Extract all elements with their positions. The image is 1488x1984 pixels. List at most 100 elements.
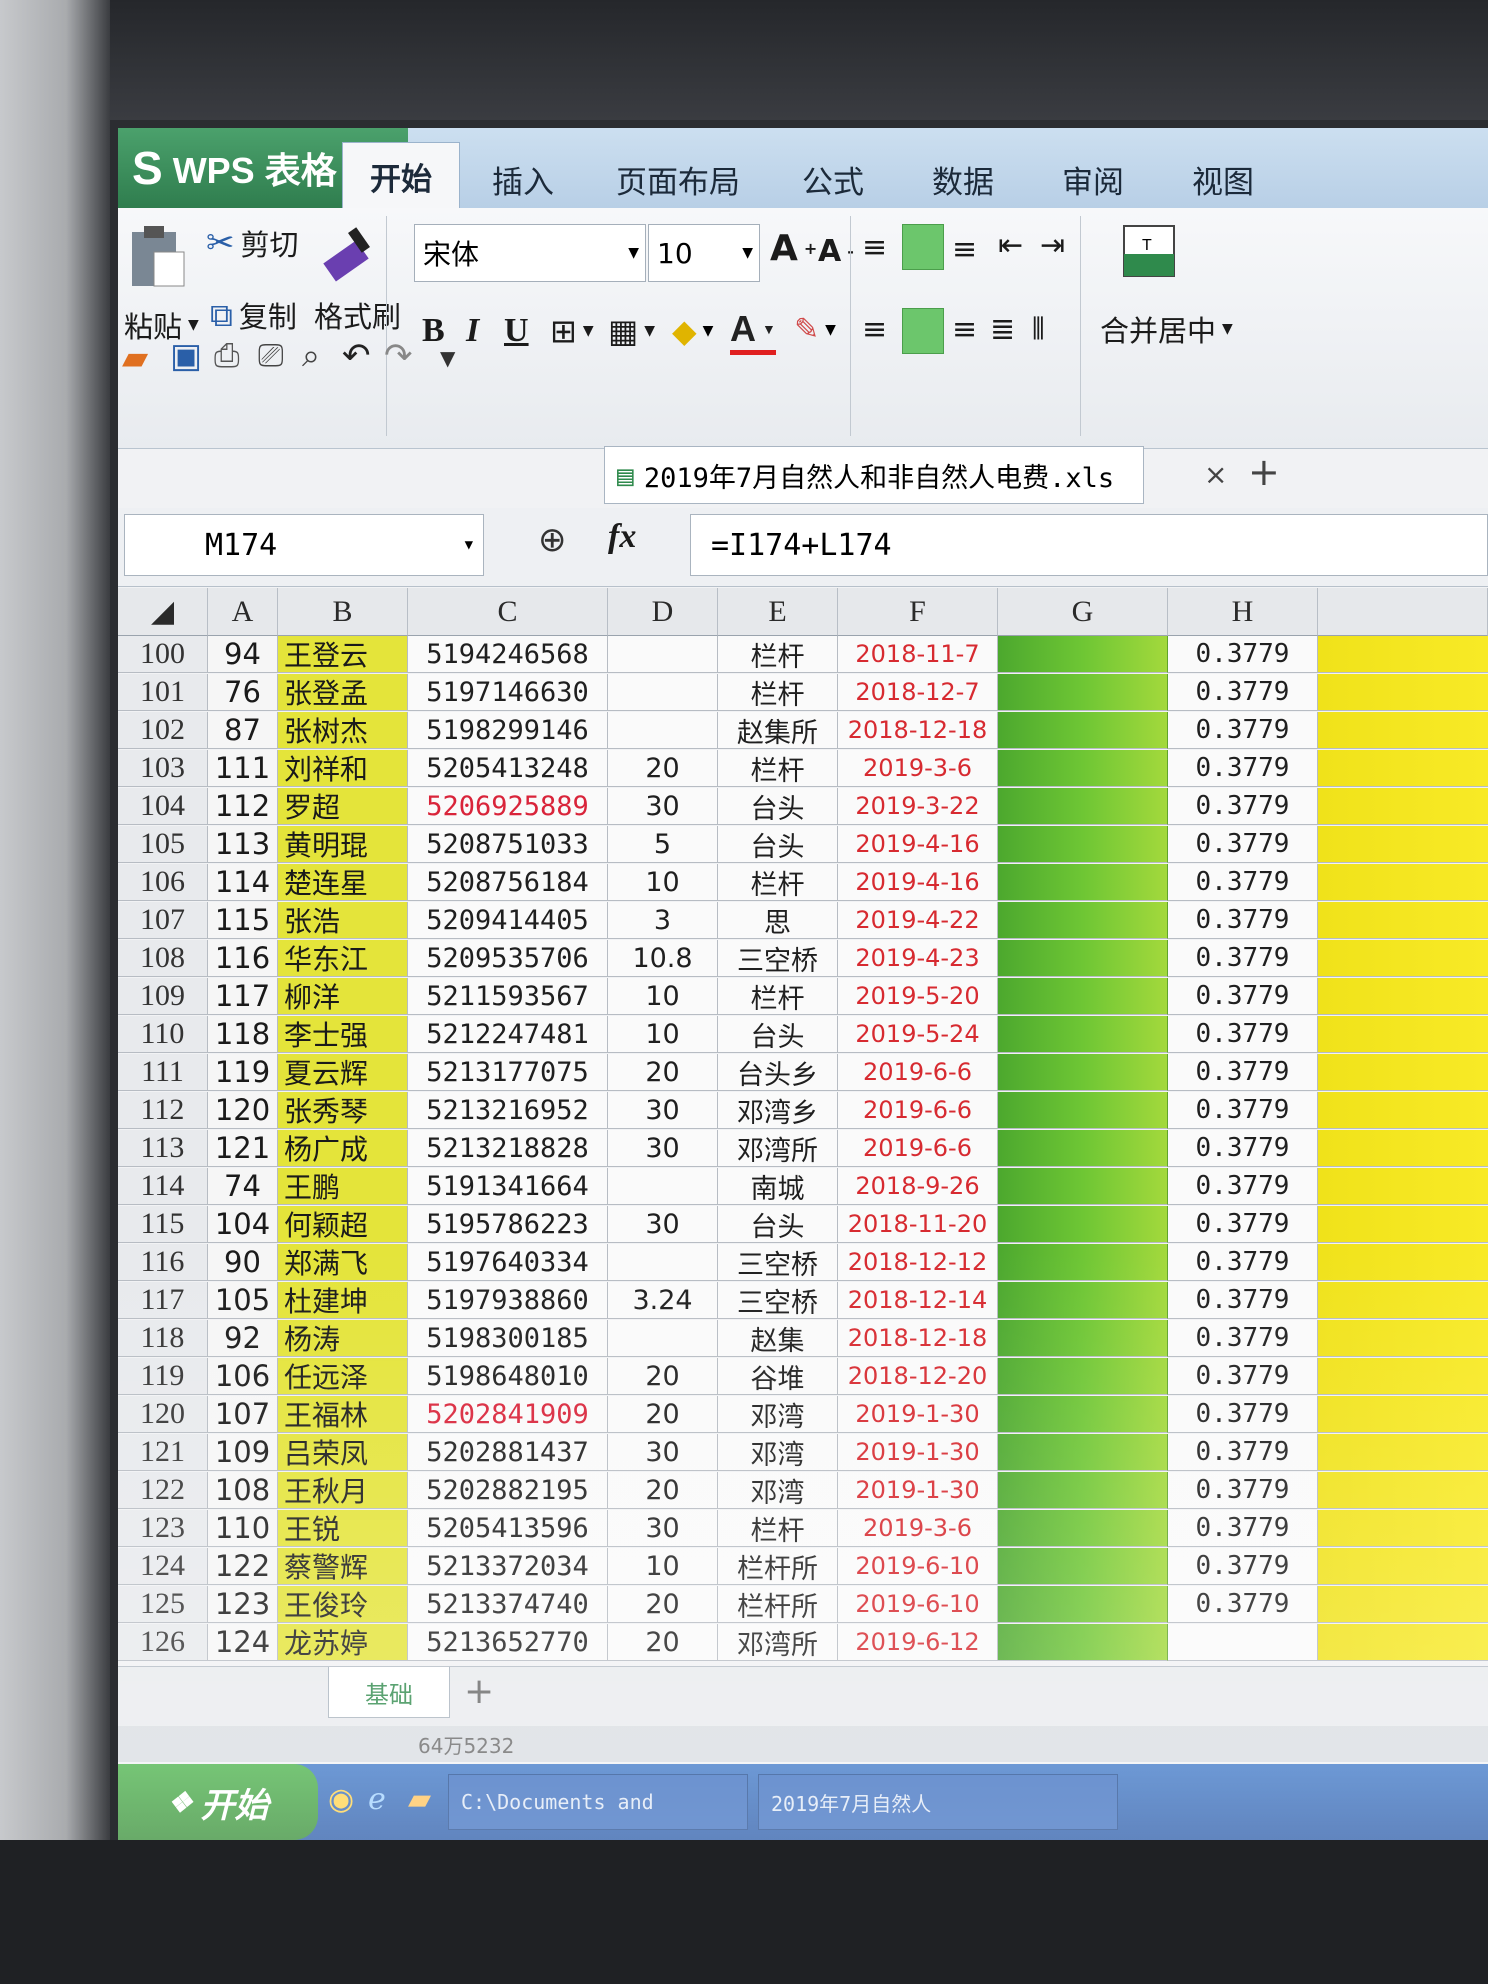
cell-c[interactable]: 5194246568 bbox=[408, 636, 608, 673]
cut-button[interactable]: ✂ 剪切 bbox=[206, 222, 299, 264]
tab-page-layout[interactable]: 页面布局 bbox=[588, 150, 768, 208]
cell-h[interactable]: 0.3779 bbox=[1168, 788, 1318, 825]
align-top-icon[interactable]: ≡ bbox=[862, 230, 887, 265]
cell-i[interactable] bbox=[1318, 1510, 1488, 1547]
cell-a[interactable]: 74 bbox=[208, 1168, 278, 1205]
cell-b[interactable]: 王登云 bbox=[278, 636, 408, 673]
ie-icon[interactable]: ℯ bbox=[368, 1782, 386, 1817]
cell-e[interactable]: 栏杆 bbox=[718, 674, 838, 711]
row-header[interactable]: 126 bbox=[118, 1624, 208, 1661]
cell-i[interactable] bbox=[1318, 636, 1488, 673]
row-header[interactable]: 109 bbox=[118, 978, 208, 1015]
cell-c[interactable]: 5198300185 bbox=[408, 1320, 608, 1357]
cell-g[interactable] bbox=[998, 940, 1168, 977]
cell-i[interactable] bbox=[1318, 1548, 1488, 1585]
cell-d[interactable]: 20 bbox=[608, 750, 718, 787]
cell-d[interactable]: 30 bbox=[608, 1434, 718, 1471]
cell-i[interactable] bbox=[1318, 1282, 1488, 1319]
row-header[interactable]: 124 bbox=[118, 1548, 208, 1585]
row-header[interactable]: 108 bbox=[118, 940, 208, 977]
cell-d[interactable]: 10 bbox=[608, 1548, 718, 1585]
row-header[interactable]: 115 bbox=[118, 1206, 208, 1243]
cell-c[interactable]: 5191341664 bbox=[408, 1168, 608, 1205]
cell-i[interactable] bbox=[1318, 1586, 1488, 1623]
cell-b[interactable]: 罗超 bbox=[278, 788, 408, 825]
cell-e[interactable]: 邓湾乡 bbox=[718, 1092, 838, 1129]
cell-f[interactable]: 2018-12-20 bbox=[838, 1358, 998, 1395]
cell-f[interactable]: 2018-12-7 bbox=[838, 674, 998, 711]
cell-h[interactable]: 0.3779 bbox=[1168, 674, 1318, 711]
insert-function-icon[interactable]: fx bbox=[608, 518, 636, 556]
cell-f[interactable]: 2018-12-18 bbox=[838, 1320, 998, 1357]
cell-i[interactable] bbox=[1318, 712, 1488, 749]
cell-a[interactable]: 117 bbox=[208, 978, 278, 1015]
cell-f[interactable]: 2019-5-24 bbox=[838, 1016, 998, 1053]
cell-g[interactable] bbox=[998, 750, 1168, 787]
cell-i[interactable] bbox=[1318, 1206, 1488, 1243]
cell-e[interactable]: 三空桥 bbox=[718, 1282, 838, 1319]
cell-b[interactable]: 柳洋 bbox=[278, 978, 408, 1015]
cell-b[interactable]: 吕荣凤 bbox=[278, 1434, 408, 1471]
row-header[interactable]: 120 bbox=[118, 1396, 208, 1433]
cell-f[interactable]: 2019-4-16 bbox=[838, 864, 998, 901]
cell-f[interactable]: 2019-4-22 bbox=[838, 902, 998, 939]
cell-g[interactable] bbox=[998, 1472, 1168, 1509]
cell-e[interactable]: 台头 bbox=[718, 1016, 838, 1053]
cell-a[interactable]: 114 bbox=[208, 864, 278, 901]
cell-c[interactable]: 5213652770 bbox=[408, 1624, 608, 1661]
cell-i[interactable] bbox=[1318, 1168, 1488, 1205]
cell-e[interactable]: 邓湾 bbox=[718, 1396, 838, 1433]
cell-g[interactable] bbox=[998, 978, 1168, 1015]
cell-a[interactable]: 87 bbox=[208, 712, 278, 749]
row-header[interactable]: 116 bbox=[118, 1244, 208, 1281]
cell-c[interactable]: 5209414405 bbox=[408, 902, 608, 939]
undo-icon[interactable]: ↶ bbox=[342, 336, 371, 376]
cell-d[interactable] bbox=[608, 636, 718, 673]
row-header[interactable]: 123 bbox=[118, 1510, 208, 1547]
cell-a[interactable]: 118 bbox=[208, 1016, 278, 1053]
cell-b[interactable]: 何颖超 bbox=[278, 1206, 408, 1243]
cell-g[interactable] bbox=[998, 826, 1168, 863]
cell-e[interactable]: 赵集所 bbox=[718, 712, 838, 749]
cell-d[interactable]: 3 bbox=[608, 902, 718, 939]
print-preview-icon[interactable]: ⌕ bbox=[302, 336, 320, 375]
cell-d[interactable]: 30 bbox=[608, 1092, 718, 1129]
cell-a[interactable]: 121 bbox=[208, 1130, 278, 1167]
cell-b[interactable]: 郑满飞 bbox=[278, 1244, 408, 1281]
select-all-corner[interactable]: ◢ bbox=[118, 588, 208, 636]
cell-a[interactable]: 120 bbox=[208, 1092, 278, 1129]
cell-b[interactable]: 王鹏 bbox=[278, 1168, 408, 1205]
cell-h[interactable]: 0.3779 bbox=[1168, 1282, 1318, 1319]
cell-b[interactable]: 杨涛 bbox=[278, 1320, 408, 1357]
cell-f[interactable]: 2019-1-30 bbox=[838, 1396, 998, 1433]
cell-d[interactable]: 5 bbox=[608, 826, 718, 863]
cell-e[interactable]: 三空桥 bbox=[718, 940, 838, 977]
cell-b[interactable]: 任远泽 bbox=[278, 1358, 408, 1395]
cell-g[interactable] bbox=[998, 864, 1168, 901]
export-icon[interactable]: ⎙ bbox=[214, 336, 240, 375]
cell-b[interactable]: 龙苏婷 bbox=[278, 1624, 408, 1661]
cell-i[interactable] bbox=[1318, 1358, 1488, 1395]
cell-h[interactable]: 0.3779 bbox=[1168, 1016, 1318, 1053]
cell-b[interactable]: 张树杰 bbox=[278, 712, 408, 749]
cell-f[interactable]: 2018-11-20 bbox=[838, 1206, 998, 1243]
cell-c[interactable]: 5208751033 bbox=[408, 826, 608, 863]
taskbar-item-explorer[interactable]: C:\Documents and bbox=[448, 1774, 748, 1830]
cell-g[interactable] bbox=[998, 1054, 1168, 1091]
align-bottom-icon[interactable]: ≡ bbox=[952, 232, 977, 267]
cell-h[interactable]: 0.3779 bbox=[1168, 750, 1318, 787]
cell-a[interactable]: 94 bbox=[208, 636, 278, 673]
cell-h[interactable]: 0.3779 bbox=[1168, 1472, 1318, 1509]
cell-i[interactable] bbox=[1318, 826, 1488, 863]
cell-b[interactable]: 黄明琨 bbox=[278, 826, 408, 863]
cell-c[interactable]: 5213218828 bbox=[408, 1130, 608, 1167]
cell-d[interactable]: 20 bbox=[608, 1586, 718, 1623]
cell-a[interactable]: 76 bbox=[208, 674, 278, 711]
cell-f[interactable]: 2018-11-7 bbox=[838, 636, 998, 673]
cell-b[interactable]: 王俊玲 bbox=[278, 1586, 408, 1623]
cell-e[interactable]: 栏杆所 bbox=[718, 1586, 838, 1623]
cell-a[interactable]: 104 bbox=[208, 1206, 278, 1243]
format-painter-icon[interactable] bbox=[318, 222, 378, 282]
tab-data[interactable]: 数据 bbox=[908, 150, 1018, 208]
add-sheet-icon[interactable]: + bbox=[464, 1671, 494, 1712]
